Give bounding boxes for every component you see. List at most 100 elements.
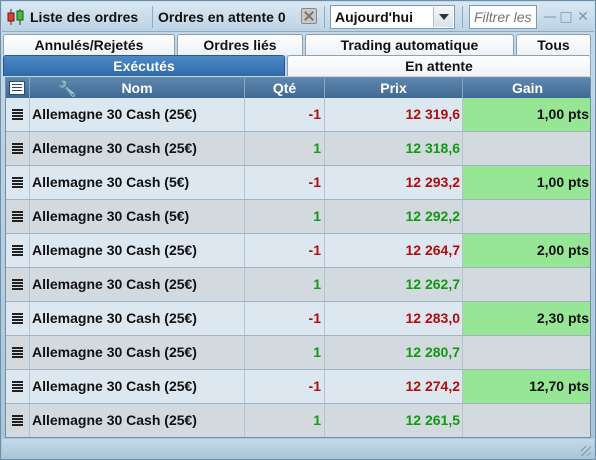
cell-qty: -1: [245, 370, 325, 403]
table-header: 🔧 Nom Qté Prix Gain: [6, 78, 590, 98]
column-header-prix[interactable]: Prix: [325, 78, 463, 98]
tab-executes[interactable]: Exécutés: [3, 55, 285, 76]
cell-gain: 1,00 pts: [463, 98, 590, 131]
orders-window: Liste des ordres Ordres en attente 0 Auj…: [0, 0, 596, 460]
cell-gain: 1,00 pts: [463, 166, 590, 199]
cell-name: Allemagne 30 Cash (5€): [30, 200, 245, 233]
row-details-cell[interactable]: [6, 132, 30, 165]
row-details-cell[interactable]: [6, 98, 30, 131]
maximize-icon[interactable]: □: [559, 10, 573, 24]
cell-name: Allemagne 30 Cash (25€): [30, 98, 245, 131]
row-details-cell[interactable]: [6, 166, 30, 199]
tab-bar-bottom: Exécutés En attente: [3, 55, 593, 76]
column-chooser-header[interactable]: [6, 78, 30, 98]
cell-gain: [463, 404, 590, 437]
table-row[interactable]: Allemagne 30 Cash (5€) 1 12 292,2: [6, 200, 590, 234]
cell-name: Allemagne 30 Cash (25€): [30, 370, 245, 403]
document-lines-icon[interactable]: [12, 177, 24, 188]
tab-en-attente[interactable]: En attente: [287, 55, 591, 76]
filter-input[interactable]: [470, 6, 536, 28]
cell-gain: 2,30 pts: [463, 302, 590, 335]
column-header-gain[interactable]: Gain: [463, 78, 590, 98]
toolbar: Liste des ordres Ordres en attente 0 Auj…: [2, 2, 594, 32]
document-lines-icon[interactable]: [12, 313, 24, 324]
chevron-down-icon[interactable]: [433, 7, 453, 27]
cell-name: Allemagne 30 Cash (25€): [30, 302, 245, 335]
orders-table: 🔧 Nom Qté Prix Gain Allemagne 30 Cash (2…: [5, 77, 591, 438]
tab-annules-rejetes[interactable]: Annulés/Rejetés: [3, 34, 175, 55]
filter-field[interactable]: [469, 5, 537, 29]
table-row[interactable]: Allemagne 30 Cash (25€) -1 12 283,0 2,30 pt…: [6, 302, 590, 336]
close-icon[interactable]: ✕: [576, 10, 590, 24]
table-row[interactable]: Allemagne 30 Cash (5€) -1 12 293,2 1,00 pts: [6, 166, 590, 200]
period-select-value: Aujourd'hui: [335, 9, 413, 25]
cell-gain: 12,70 pts: [463, 370, 590, 403]
cell-price: 12 261,5: [325, 404, 463, 437]
row-details-cell[interactable]: [6, 234, 30, 267]
document-lines-icon[interactable]: [12, 279, 24, 290]
window-title: Liste des ordres: [30, 9, 139, 25]
table-row[interactable]: Allemagne 30 Cash (25€) -1 12 274,2 12,70 p…: [6, 370, 590, 404]
cell-qty: 1: [245, 200, 325, 233]
candlestick-chart-icon: [7, 9, 24, 25]
pending-orders-label[interactable]: Ordres en attente 0: [158, 9, 286, 25]
cell-price: 12 264,7: [325, 234, 463, 267]
cell-price: 12 292,2: [325, 200, 463, 233]
document-lines-icon[interactable]: [12, 109, 24, 120]
tab-bar-top: Annulés/Rejetés Ordres liés Trading auto…: [3, 34, 593, 55]
cell-price: 12 318,6: [325, 132, 463, 165]
document-lines-icon[interactable]: [12, 415, 24, 426]
cell-price: 12 262,7: [325, 268, 463, 301]
clear-x-icon[interactable]: [301, 8, 317, 24]
document-lines-icon[interactable]: [12, 245, 24, 256]
status-bar: [2, 439, 594, 459]
table-row[interactable]: Allemagne 30 Cash (25€) -1 12 264,7 2,00 pt…: [6, 234, 590, 268]
toolbar-divider: [152, 6, 153, 28]
table-row[interactable]: Allemagne 30 Cash (25€) 1 12 318,6: [6, 132, 590, 166]
cell-gain: [463, 336, 590, 369]
list-icon[interactable]: [9, 81, 25, 95]
document-lines-icon[interactable]: [12, 143, 24, 154]
document-lines-icon[interactable]: [12, 211, 24, 222]
cell-qty: 1: [245, 132, 325, 165]
wrench-icon[interactable]: 🔧: [58, 79, 77, 99]
table-row[interactable]: Allemagne 30 Cash (25€) 1 12 262,7: [6, 268, 590, 302]
column-header-nom-label: Nom: [121, 80, 153, 96]
cell-qty: -1: [245, 98, 325, 131]
cell-name: Allemagne 30 Cash (25€): [30, 234, 245, 267]
cell-name: Allemagne 30 Cash (25€): [30, 336, 245, 369]
row-details-cell[interactable]: [6, 200, 30, 233]
cell-price: 12 274,2: [325, 370, 463, 403]
column-header-qte[interactable]: Qté: [245, 78, 325, 98]
cell-gain: [463, 132, 590, 165]
document-lines-icon[interactable]: [12, 347, 24, 358]
cell-qty: 1: [245, 336, 325, 369]
cell-gain: [463, 268, 590, 301]
tab-trading-automatique[interactable]: Trading automatique: [305, 34, 514, 55]
table-row[interactable]: Allemagne 30 Cash (25€) 1 12 261,5: [6, 404, 590, 437]
cell-qty: 1: [245, 404, 325, 437]
row-details-cell[interactable]: [6, 268, 30, 301]
row-details-cell[interactable]: [6, 336, 30, 369]
toolbar-divider: [324, 6, 325, 28]
minimize-icon[interactable]: —: [543, 10, 557, 24]
period-select[interactable]: Aujourd'hui: [330, 5, 455, 29]
resize-grip-icon[interactable]: [581, 446, 591, 456]
table-row[interactable]: Allemagne 30 Cash (25€) -1 12 319,6 1,00 pt…: [6, 98, 590, 132]
tab-ordres-lies[interactable]: Ordres liés: [177, 34, 303, 55]
cell-name: Allemagne 30 Cash (25€): [30, 404, 245, 437]
column-header-nom[interactable]: 🔧 Nom: [30, 78, 245, 98]
cell-gain: [463, 200, 590, 233]
row-details-cell[interactable]: [6, 404, 30, 437]
cell-qty: -1: [245, 166, 325, 199]
row-details-cell[interactable]: [6, 370, 30, 403]
toolbar-divider: [462, 6, 463, 28]
cell-price: 12 293,2: [325, 166, 463, 199]
cell-price: 12 319,6: [325, 98, 463, 131]
tab-tous[interactable]: Tous: [516, 34, 591, 55]
cell-name: Allemagne 30 Cash (5€): [30, 166, 245, 199]
document-lines-icon[interactable]: [12, 381, 24, 392]
row-details-cell[interactable]: [6, 302, 30, 335]
table-row[interactable]: Allemagne 30 Cash (25€) 1 12 280,7: [6, 336, 590, 370]
cell-name: Allemagne 30 Cash (25€): [30, 268, 245, 301]
